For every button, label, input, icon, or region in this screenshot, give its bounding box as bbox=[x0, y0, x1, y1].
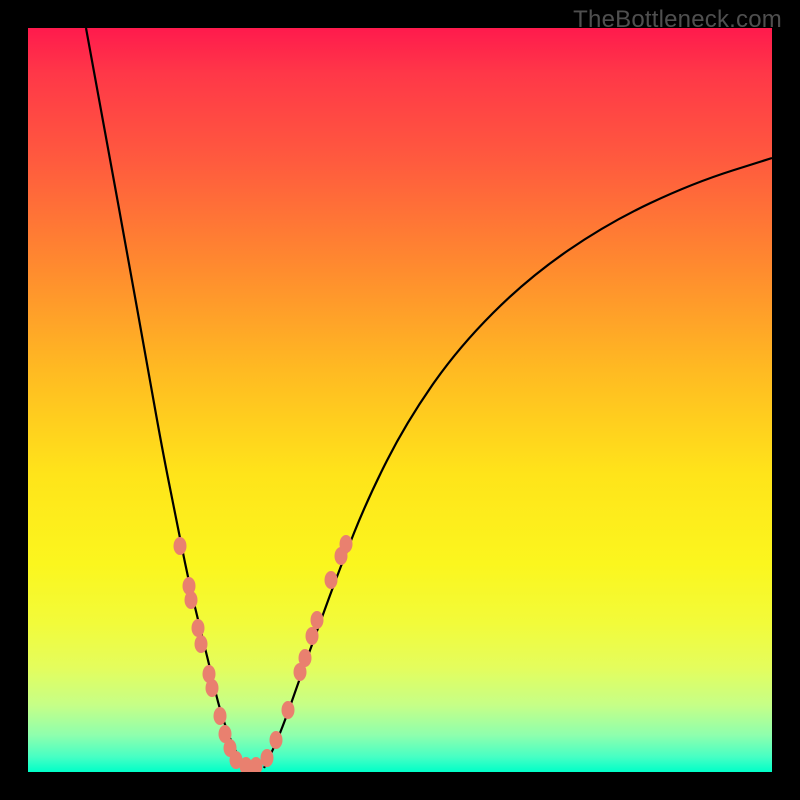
bead-marker bbox=[195, 635, 208, 653]
bead-marker bbox=[340, 535, 353, 553]
bead-marker bbox=[325, 571, 338, 589]
curve-left bbox=[86, 28, 244, 768]
watermark-text: TheBottleneck.com bbox=[573, 6, 782, 34]
bead-marker bbox=[250, 757, 263, 772]
bead-marker bbox=[282, 701, 295, 719]
bead-group bbox=[174, 535, 353, 772]
chart-frame: TheBottleneck.com bbox=[0, 0, 800, 800]
bead-marker bbox=[299, 649, 312, 667]
bead-marker bbox=[174, 537, 187, 555]
plot-area bbox=[28, 28, 772, 772]
bead-marker bbox=[270, 731, 283, 749]
curve-right bbox=[264, 158, 772, 768]
bead-marker bbox=[192, 619, 205, 637]
bead-marker bbox=[214, 707, 227, 725]
curve-layer bbox=[28, 28, 772, 772]
bead-marker bbox=[185, 591, 198, 609]
bead-marker bbox=[306, 627, 319, 645]
bead-marker bbox=[311, 611, 324, 629]
bead-marker bbox=[206, 679, 219, 697]
bead-marker bbox=[261, 749, 274, 767]
